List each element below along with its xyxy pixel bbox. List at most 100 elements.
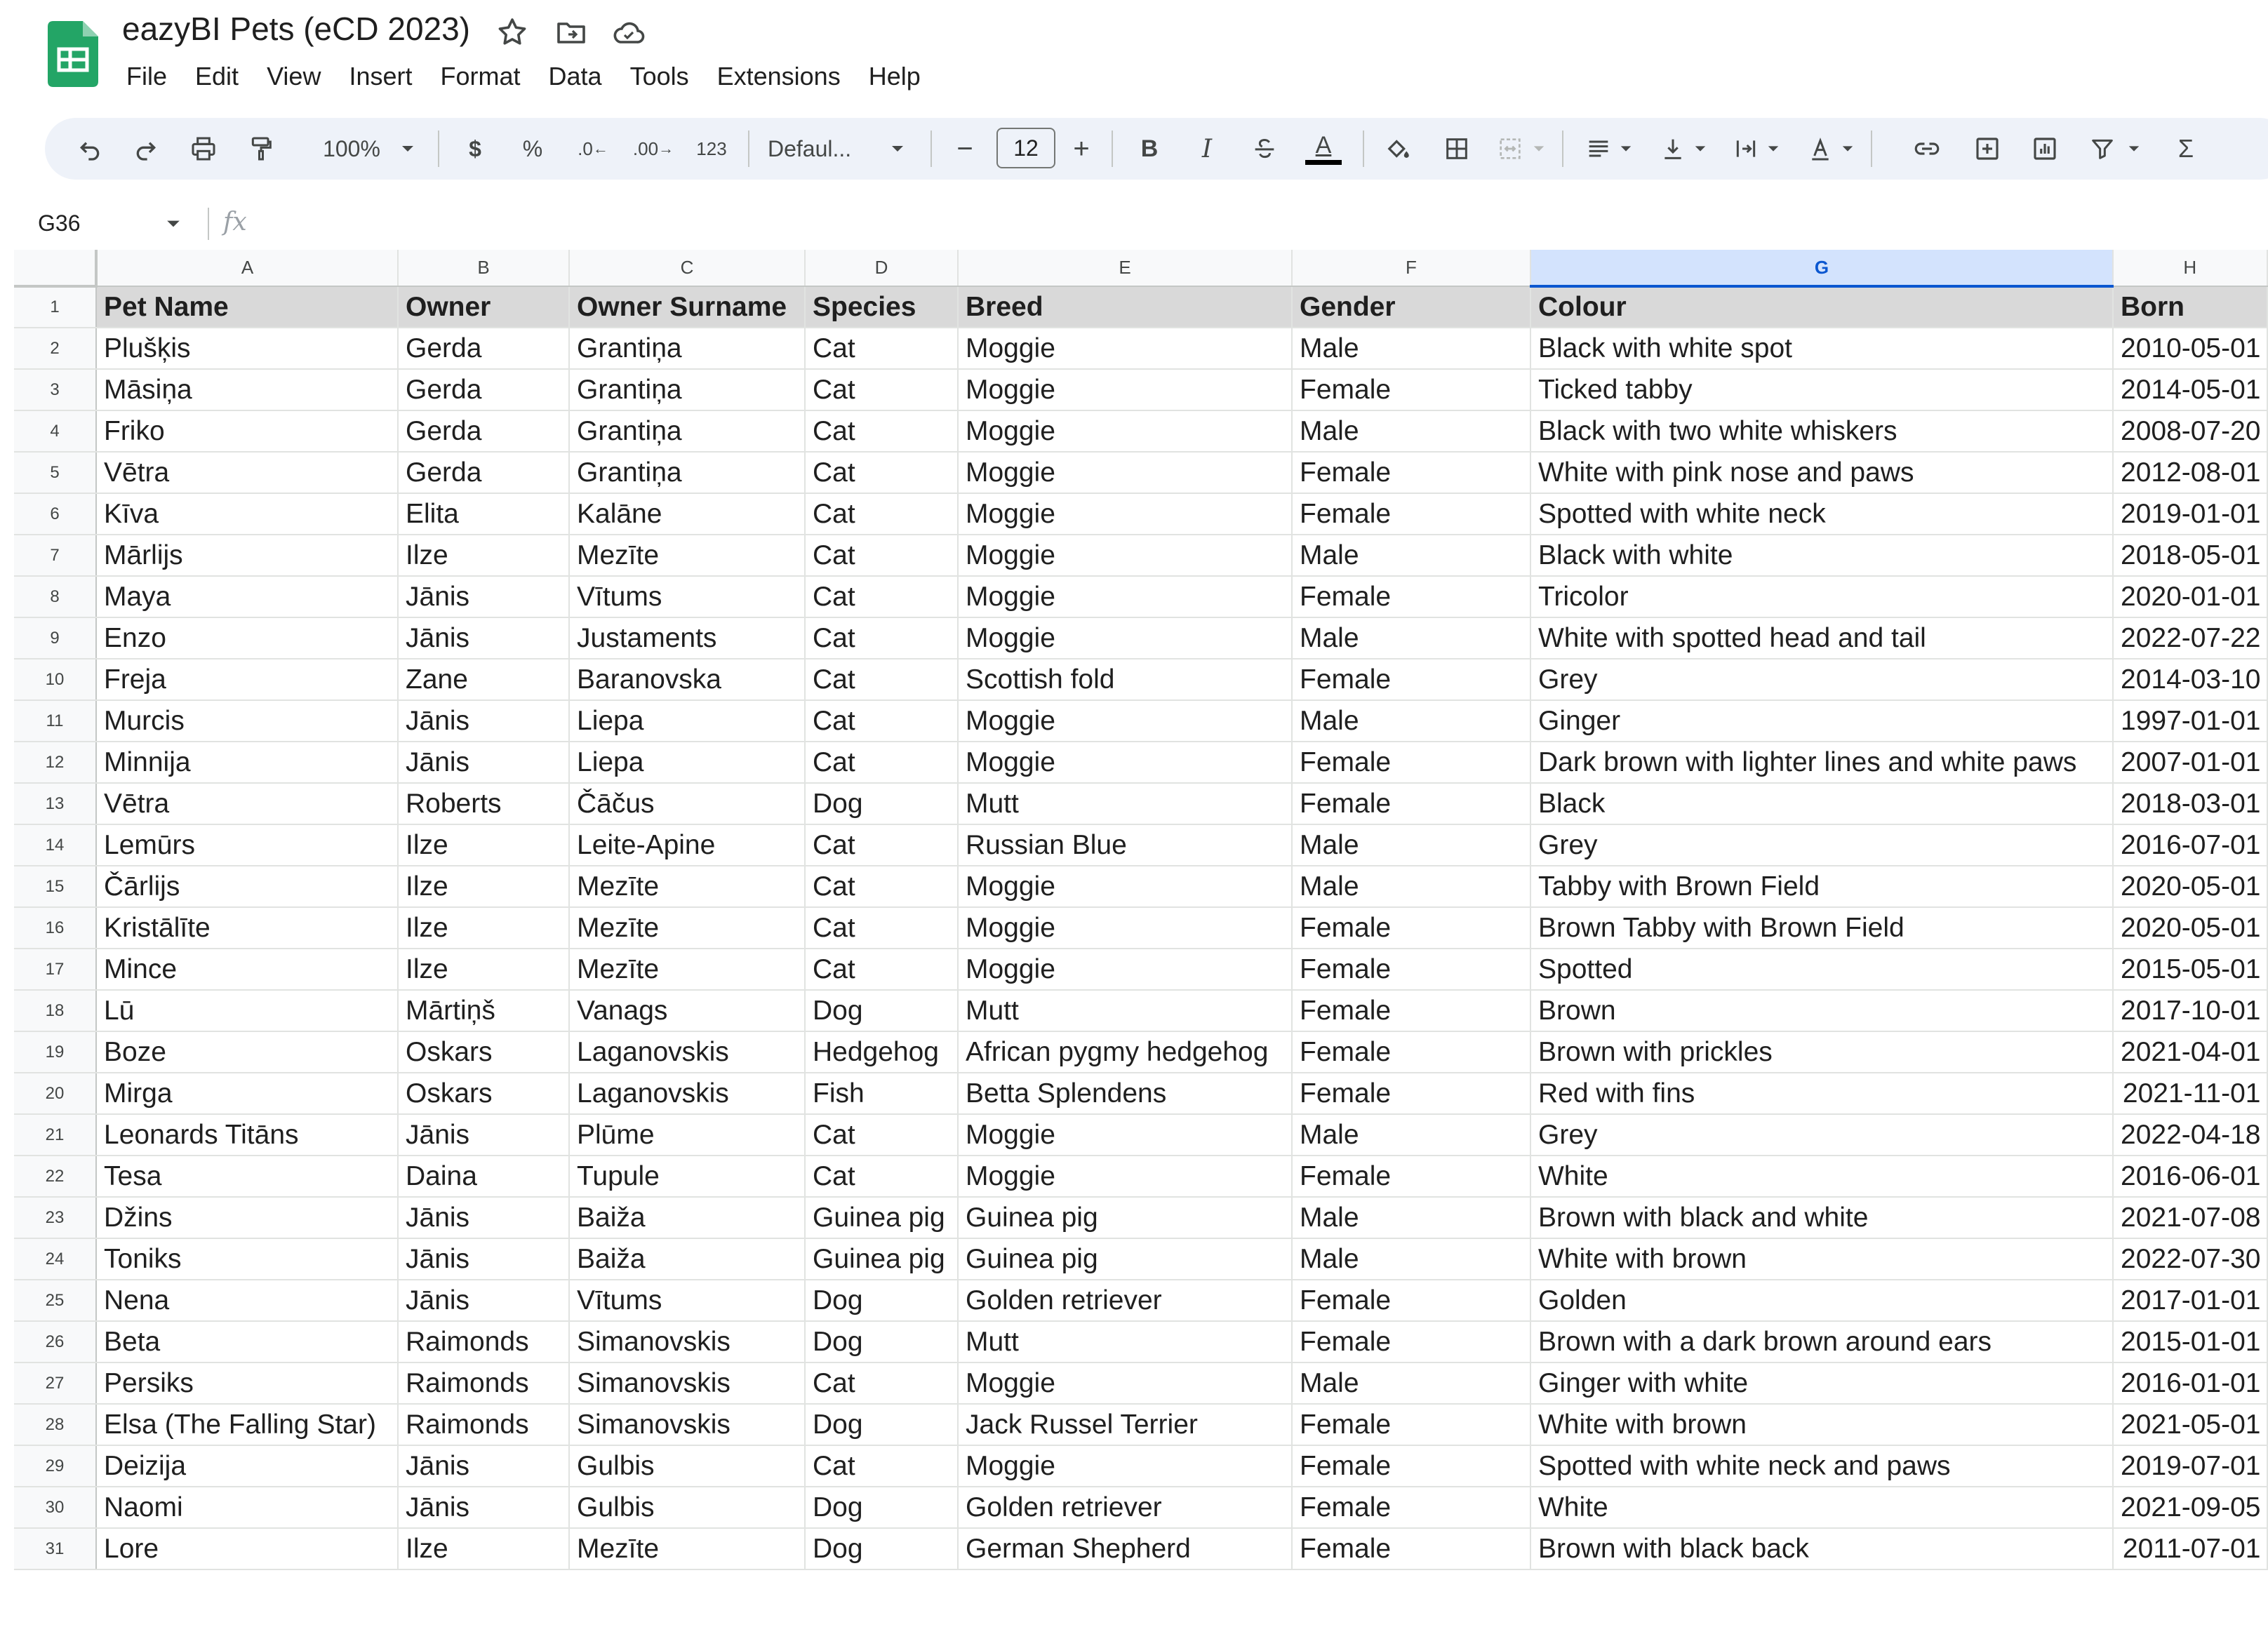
cell[interactable]: Vētra [96,783,399,825]
cell[interactable]: Simanovskis [569,1362,806,1405]
cell[interactable]: Jānis [398,700,570,742]
cell[interactable]: 2016-07-01 [2113,824,2268,866]
cell[interactable]: Black [1530,783,2114,825]
cell[interactable]: Ginger [1530,700,2114,742]
cell[interactable]: Moggie [958,1445,1293,1487]
chevron-down-icon[interactable] [1764,119,1782,178]
cell[interactable]: 2018-05-01 [2113,535,2268,577]
cell[interactable]: Male [1292,700,1531,742]
cell[interactable]: Russian Blue [958,824,1293,866]
row-header[interactable]: 18 [14,990,97,1032]
menu-edit[interactable]: Edit [181,59,253,97]
cell[interactable]: Grey [1530,1114,2114,1156]
row-header[interactable]: 7 [14,535,97,577]
cell[interactable]: Cat [805,493,959,535]
cell[interactable]: Enzo [96,617,399,659]
cell[interactable]: Grantiņa [569,369,806,411]
text-rotation-icon[interactable] [1801,119,1840,178]
row-header[interactable]: 20 [14,1073,97,1115]
row-header[interactable]: 17 [14,949,97,991]
cell[interactable]: Guinea pig [958,1197,1293,1239]
cell[interactable]: Lū [96,990,399,1032]
cell[interactable]: Ilze [398,824,570,866]
google-sheets-icon[interactable] [48,21,98,87]
cell[interactable]: Cat [805,1156,959,1198]
document-title[interactable]: eazyBI Pets (eCD 2023) [122,10,470,48]
column-header-a[interactable]: A [96,250,399,287]
cell[interactable]: Kīva [96,493,399,535]
chevron-down-icon[interactable] [887,119,908,178]
column-header-g[interactable]: G [1530,250,2114,288]
fill-color-icon[interactable] [1377,119,1419,178]
cell[interactable]: Black with two white whiskers [1530,410,2114,453]
column-header-f[interactable]: F [1292,250,1531,287]
column-header-d[interactable]: D [805,250,959,287]
cell[interactable]: Male [1292,328,1531,370]
cell[interactable]: 2016-06-01 [2113,1156,2268,1198]
cell[interactable]: Grantiņa [569,452,806,494]
header-cell[interactable]: Pet Name [96,286,399,328]
cell[interactable]: Male [1292,535,1531,577]
cell[interactable]: 2015-05-01 [2113,949,2268,991]
cell[interactable]: 2021-05-01 [2113,1404,2268,1446]
cell[interactable]: Moggie [958,742,1293,784]
cell[interactable]: Dog [805,1528,959,1570]
font-select[interactable]: Defaul... [768,119,880,178]
cell[interactable]: Guinea pig [805,1238,959,1280]
cell[interactable]: 2014-05-01 [2113,369,2268,411]
row-header[interactable]: 5 [14,452,97,494]
cell[interactable]: Elita [398,493,570,535]
cell[interactable]: Moggie [958,452,1293,494]
cell[interactable]: 2017-10-01 [2113,990,2268,1032]
cell[interactable]: Cat [805,617,959,659]
currency-format-button[interactable]: $ [458,119,493,178]
chevron-down-icon[interactable] [1839,119,1857,178]
cell[interactable]: Toniks [96,1238,399,1280]
insert-link-icon[interactable] [1907,119,1947,178]
italic-button[interactable]: I [1187,119,1227,178]
cell[interactable]: Moggie [958,949,1293,991]
cell[interactable]: Guinea pig [805,1197,959,1239]
row-header[interactable]: 14 [14,824,97,866]
cell[interactable]: Mārtiņš [398,990,570,1032]
increase-decimal-button[interactable]: .00 → [629,119,678,178]
increase-font-size-button[interactable]: + [1064,119,1099,178]
cell[interactable]: Mutt [958,990,1293,1032]
cell[interactable]: Plušķis [96,328,399,370]
cell[interactable]: Male [1292,410,1531,453]
cell[interactable]: Maya [96,576,399,618]
cell[interactable]: Cat [805,328,959,370]
cell[interactable]: Tabby with Brown Field [1530,866,2114,908]
cell[interactable]: Tupule [569,1156,806,1198]
cell[interactable]: Mutt [958,1321,1293,1363]
cell[interactable]: Moggie [958,493,1293,535]
cell[interactable]: Mutt [958,783,1293,825]
cell[interactable]: 2021-07-08 [2113,1197,2268,1239]
header-cell[interactable]: Born [2113,286,2268,328]
cell[interactable]: Tricolor [1530,576,2114,618]
cell[interactable]: Cat [805,410,959,453]
cell[interactable]: Vītums [569,576,806,618]
horizontal-align-icon[interactable] [1579,119,1618,178]
cell[interactable]: Dog [805,1280,959,1322]
chevron-down-icon[interactable] [397,119,418,178]
cell[interactable]: Spotted with white neck and paws [1530,1445,2114,1487]
chevron-down-icon[interactable] [2125,119,2143,178]
header-cell[interactable]: Colour [1530,286,2114,328]
cell[interactable]: Mārlijs [96,535,399,577]
cell[interactable]: Roberts [398,783,570,825]
merge-cells-icon[interactable] [1490,119,1530,178]
cell[interactable]: Freja [96,659,399,701]
header-cell[interactable]: Owner Surname [569,286,806,328]
cell[interactable]: Female [1292,1031,1531,1073]
text-color-button[interactable]: A [1302,119,1345,178]
cell[interactable]: Cat [805,866,959,908]
cell[interactable]: 2022-04-18 [2113,1114,2268,1156]
cell[interactable]: Scottish fold [958,659,1293,701]
cell[interactable]: Female [1292,1073,1531,1115]
cell[interactable]: Jānis [398,1197,570,1239]
cell[interactable]: Mirga [96,1073,399,1115]
cell[interactable]: Nena [96,1280,399,1322]
cell[interactable]: Minnija [96,742,399,784]
cell[interactable]: Jānis [398,1238,570,1280]
